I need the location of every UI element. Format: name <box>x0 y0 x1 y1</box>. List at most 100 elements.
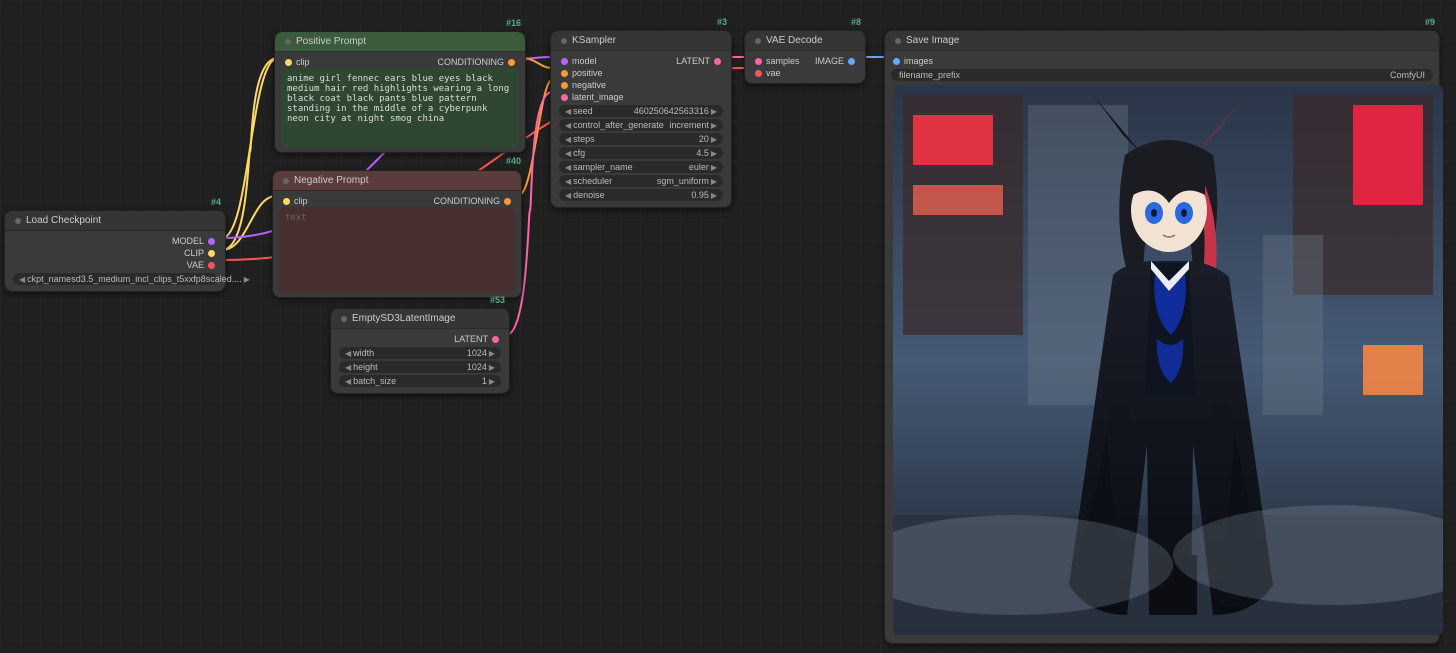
param-label: width <box>353 348 374 358</box>
next-arrow-icon[interactable]: ▶ <box>489 349 495 358</box>
param-denoise[interactable]: ◀denoise0.95▶ <box>559 189 723 201</box>
param-value: euler <box>633 162 709 172</box>
param-control_after_generate[interactable]: ◀control_after_generateincrement▶ <box>559 119 723 131</box>
node-empty-latent[interactable]: #53 EmptySD3LatentImage LATENT ◀width102… <box>330 308 510 394</box>
node-title: Save Image <box>906 35 959 46</box>
param-value: ComfyUI <box>960 70 1425 80</box>
prev-arrow-icon[interactable]: ◀ <box>565 177 571 186</box>
input-port-vae[interactable] <box>755 70 762 77</box>
filename-prefix-field[interactable]: filename_prefix ComfyUI <box>891 69 1433 81</box>
next-arrow-icon[interactable]: ▶ <box>711 177 717 186</box>
param-height[interactable]: ◀height1024▶ <box>339 361 501 373</box>
output-label: CONDITIONING <box>434 196 501 206</box>
input-label: images <box>904 56 933 66</box>
prev-arrow-icon[interactable]: ◀ <box>345 363 351 372</box>
prev-arrow-icon[interactable]: ◀ <box>565 107 571 116</box>
output-label: LATENT <box>676 56 710 66</box>
param-label: cfg <box>573 148 585 158</box>
node-vae-decode[interactable]: #8 VAE Decode samples IMAGE vae <box>744 30 866 84</box>
param-value: 4.5 <box>585 148 709 158</box>
prev-arrow-icon[interactable]: ◀ <box>565 121 571 130</box>
output-port-image[interactable] <box>848 58 855 65</box>
collapse-icon[interactable] <box>283 178 289 184</box>
input-port-latent[interactable] <box>561 94 568 101</box>
next-arrow-icon[interactable]: ▶ <box>711 149 717 158</box>
output-port-conditioning[interactable] <box>504 198 511 205</box>
prev-arrow-icon[interactable]: ◀ <box>345 349 351 358</box>
param-value: sd3.5_medium_incl_clips_t5xxfp8scaled...… <box>71 274 242 284</box>
param-label: seed <box>573 106 593 116</box>
next-arrow-icon[interactable]: ▶ <box>711 107 717 116</box>
node-title: Load Checkpoint <box>26 215 101 226</box>
param-label: ckpt_name <box>27 274 71 284</box>
node-positive-prompt[interactable]: #16 Positive Prompt clip CONDITIONING an… <box>274 31 526 153</box>
collapse-icon[interactable] <box>561 38 567 44</box>
node-title: VAE Decode <box>766 35 823 46</box>
ckpt-selector[interactable]: ◀ ckpt_name sd3.5_medium_incl_clips_t5xx… <box>13 273 217 285</box>
output-port-clip[interactable] <box>208 250 215 257</box>
node-title: EmptySD3LatentImage <box>352 313 455 324</box>
param-label: height <box>353 362 378 372</box>
collapse-icon[interactable] <box>15 218 21 224</box>
node-tag: #40 <box>506 156 521 166</box>
param-label: filename_prefix <box>899 70 960 80</box>
prev-arrow-icon[interactable]: ◀ <box>565 163 571 172</box>
input-port-images[interactable] <box>893 58 900 65</box>
prev-arrow-icon[interactable]: ◀ <box>565 191 571 200</box>
param-value: 460250642563316 <box>593 106 709 116</box>
next-arrow-icon[interactable]: ▶ <box>711 121 717 130</box>
input-label: model <box>572 56 597 66</box>
param-value: increment <box>664 120 709 130</box>
next-arrow-icon[interactable]: ▶ <box>489 377 495 386</box>
param-seed[interactable]: ◀seed460250642563316▶ <box>559 105 723 117</box>
next-arrow-icon[interactable]: ▶ <box>711 191 717 200</box>
input-port-clip[interactable] <box>285 59 292 66</box>
input-port-samples[interactable] <box>755 58 762 65</box>
param-cfg[interactable]: ◀cfg4.5▶ <box>559 147 723 159</box>
output-port-model[interactable] <box>208 238 215 245</box>
input-label: samples <box>766 56 800 66</box>
node-tag: #9 <box>1425 17 1435 27</box>
input-port-positive[interactable] <box>561 70 568 77</box>
output-port-latent[interactable] <box>714 58 721 65</box>
collapse-icon[interactable] <box>895 38 901 44</box>
collapse-icon[interactable] <box>341 316 347 322</box>
collapse-icon[interactable] <box>285 39 291 45</box>
positive-prompt-text[interactable]: anime girl fennec ears blue eyes black m… <box>281 68 519 148</box>
param-value: 20 <box>595 134 709 144</box>
param-scheduler[interactable]: ◀schedulersgm_uniform▶ <box>559 175 723 187</box>
node-ksampler[interactable]: #3 KSampler model LATENT positive negati… <box>550 30 732 208</box>
negative-prompt-text[interactable]: text <box>279 207 515 293</box>
input-label: clip <box>296 57 310 67</box>
param-label: scheduler <box>573 176 612 186</box>
collapse-icon[interactable] <box>755 38 761 44</box>
next-arrow-icon[interactable]: ▶ <box>489 363 495 372</box>
output-port-conditioning[interactable] <box>508 59 515 66</box>
input-label: vae <box>766 68 781 78</box>
input-port-negative[interactable] <box>561 82 568 89</box>
node-save-image[interactable]: #9 Save Image images filename_prefix Com… <box>884 30 1440 644</box>
input-port-clip[interactable] <box>283 198 290 205</box>
param-width[interactable]: ◀width1024▶ <box>339 347 501 359</box>
param-sampler_name[interactable]: ◀sampler_nameeuler▶ <box>559 161 723 173</box>
next-arrow-icon[interactable]: ▶ <box>244 275 250 284</box>
next-arrow-icon[interactable]: ▶ <box>711 135 717 144</box>
prev-arrow-icon[interactable]: ◀ <box>565 149 571 158</box>
prev-arrow-icon[interactable]: ◀ <box>19 275 25 284</box>
prev-arrow-icon[interactable]: ◀ <box>565 135 571 144</box>
param-batch_size[interactable]: ◀batch_size1▶ <box>339 375 501 387</box>
prev-arrow-icon[interactable]: ◀ <box>345 377 351 386</box>
output-port-vae[interactable] <box>208 262 215 269</box>
input-port-model[interactable] <box>561 58 568 65</box>
next-arrow-icon[interactable]: ▶ <box>711 163 717 172</box>
param-steps[interactable]: ◀steps20▶ <box>559 133 723 145</box>
node-load-checkpoint[interactable]: #4 Load Checkpoint MODEL CLIP VAE ◀ ckpt… <box>4 210 226 292</box>
param-label: denoise <box>573 190 605 200</box>
output-port-latent[interactable] <box>492 336 499 343</box>
param-label: control_after_generate <box>573 120 664 130</box>
node-tag: #16 <box>506 18 521 28</box>
output-label: VAE <box>187 260 204 270</box>
output-label: CONDITIONING <box>438 57 505 67</box>
output-image-preview[interactable] <box>893 85 1443 635</box>
node-negative-prompt[interactable]: Negative Prompt clip CONDITIONING text <box>272 170 522 298</box>
